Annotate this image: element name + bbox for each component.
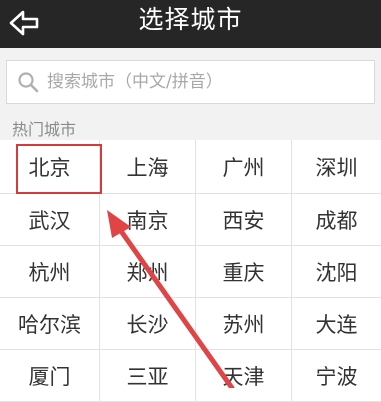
city-cell[interactable]: 郑州 [100,246,196,298]
hot-cities-label: 热门城市 [12,120,77,139]
city-cell[interactable]: 上海 [100,140,196,194]
city-cell[interactable]: 广州 [196,140,292,194]
search-area [0,48,381,113]
city-cell[interactable]: 宁波 [292,350,381,402]
city-cell[interactable]: 沈阳 [292,246,381,298]
city-cell[interactable]: 南京 [100,194,196,246]
search-box[interactable] [6,60,375,104]
city-cell[interactable]: 杭州 [0,246,100,298]
search-icon [17,71,39,93]
hot-cities-grid: 北京 上海 广州 深圳武汉 南京 西安 成都杭州 郑州 重庆 沈阳哈尔滨 长沙 苏州 大连厦门 三亚 天津宁… [0,140,381,402]
city-cell[interactable]: 北京 [0,140,100,194]
page-title: 选择城市 [138,5,243,34]
search-input[interactable] [45,71,374,93]
city-cell[interactable]: 苏州 [196,298,292,350]
city-cell[interactable]: 成都 [292,194,381,246]
city-cell[interactable]: 长沙 [100,298,196,350]
city-cell[interactable]: 西安 [196,194,292,246]
city-cell[interactable]: 三亚 [100,350,196,402]
city-cell[interactable]: 重庆 [196,246,292,298]
city-cell[interactable]: 深圳 [292,140,381,194]
city-cell[interactable]: 天津 [196,350,292,402]
city-cell[interactable]: 哈尔滨 [0,298,100,350]
city-cell[interactable]: 大连 [292,298,381,350]
city-cell[interactable]: 武汉 [0,194,100,246]
city-cell[interactable]: 厦门 [0,350,100,402]
header-bar: 选择城市 [0,0,381,48]
